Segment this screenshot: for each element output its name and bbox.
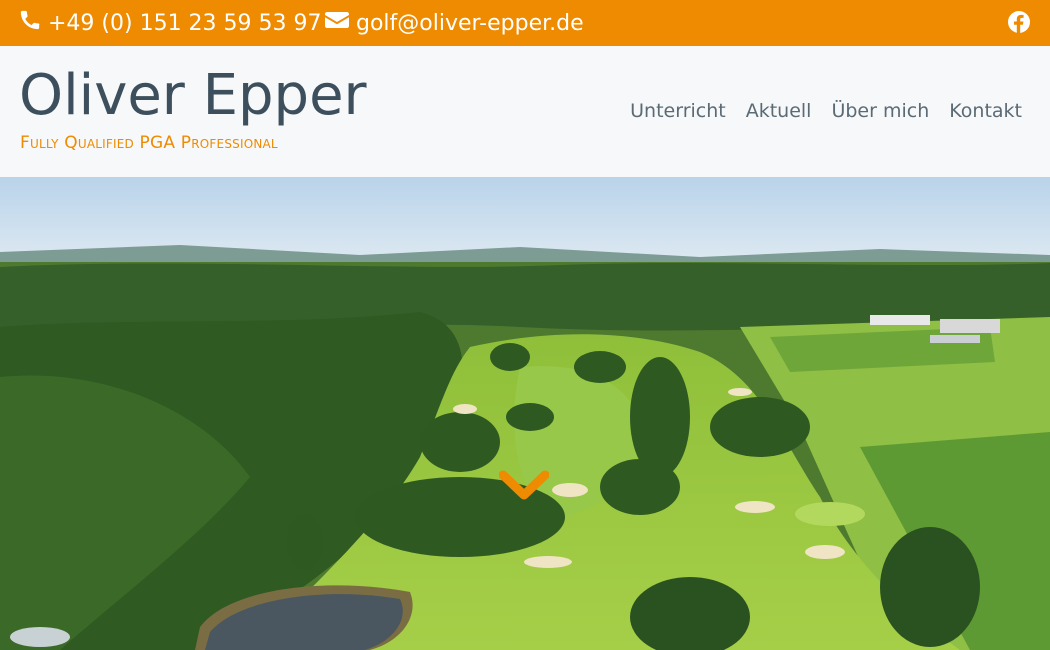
site-title[interactable]: Oliver Epper: [19, 64, 367, 128]
facebook-icon[interactable]: [1008, 11, 1030, 37]
nav-item-kontakt[interactable]: Kontakt: [949, 100, 1022, 122]
nav-item-aktuell[interactable]: Aktuell: [746, 100, 812, 122]
email-link[interactable]: golf@oliver-epper.de: [325, 9, 584, 37]
site-header: Oliver Epper Fully Qualified PGA Profess…: [0, 46, 1050, 177]
phone-link[interactable]: +49 (0) 151 23 59 53 97: [19, 9, 322, 37]
chevron-down-icon[interactable]: [499, 469, 549, 503]
phone-number: +49 (0) 151 23 59 53 97: [48, 10, 322, 36]
golf-course-aerial-image: [0, 177, 1050, 650]
email-address: golf@oliver-epper.de: [356, 10, 584, 36]
envelope-icon: [325, 9, 356, 37]
site-tagline: Fully Qualified PGA Professional: [20, 133, 278, 153]
hero-image: [0, 177, 1050, 650]
nav-item-ueber-mich[interactable]: Über mich: [831, 100, 929, 122]
main-nav: Unterricht Aktuell Über mich Kontakt: [610, 100, 1022, 122]
phone-icon: [19, 9, 48, 37]
nav-item-unterricht[interactable]: Unterricht: [630, 100, 726, 122]
top-contact-bar: +49 (0) 151 23 59 53 97 golf@oliver-eppe…: [0, 0, 1050, 46]
